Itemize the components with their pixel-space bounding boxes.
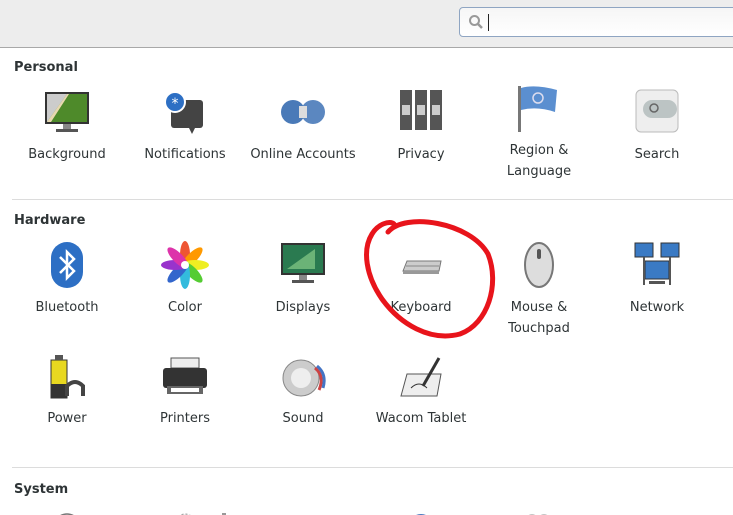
panel-keyboard[interactable]: Keyboard <box>362 241 480 318</box>
panel-label: Wacom Tablet <box>375 411 467 426</box>
panel-label: Search <box>634 147 680 162</box>
panel-wacom-tablet[interactable]: Wacom Tablet <box>362 352 480 429</box>
panel-label: Printers <box>159 411 211 426</box>
online-accounts-icon <box>281 100 325 124</box>
panel-color[interactable]: Color <box>126 241 244 318</box>
search-input[interactable] <box>459 7 733 37</box>
panel-printers[interactable]: Printers <box>126 352 244 429</box>
section-personal-title: Personal <box>14 60 78 75</box>
svg-text:*: * <box>172 96 179 112</box>
panel-background[interactable]: Background <box>8 88 126 165</box>
text-cursor <box>488 14 489 31</box>
panel-label: Background <box>28 147 106 162</box>
search-icon <box>469 15 483 29</box>
notifications-icon: * <box>164 91 203 134</box>
power-icon <box>50 355 85 399</box>
section-system-title: System <box>14 482 69 497</box>
region-flag-icon <box>518 86 557 132</box>
panel-region-language[interactable]: Region & Language <box>480 84 598 182</box>
panel-network[interactable]: Network <box>598 241 716 318</box>
panel-bluetooth[interactable]: Bluetooth <box>8 241 126 318</box>
panel-label: Sound <box>282 411 324 426</box>
panel-mouse-touchpad[interactable]: Mouse & Touchpad <box>480 241 598 339</box>
system-icons-partial <box>60 513 548 515</box>
panel-label: Color <box>168 300 202 315</box>
bluetooth-icon <box>51 242 83 288</box>
section-divider <box>12 199 733 200</box>
section-hardware-title: Hardware <box>14 213 86 228</box>
network-icon <box>634 242 680 285</box>
background-icon <box>45 92 89 132</box>
panel-online-accounts[interactable]: Online Accounts <box>244 88 362 165</box>
panel-label: Power <box>47 411 87 426</box>
panel-label: Network <box>629 300 685 315</box>
panel-label: Notifications <box>144 147 226 162</box>
panel-label: Online Accounts <box>250 147 356 162</box>
sound-icon <box>282 359 326 397</box>
search-settings-icon <box>635 89 679 133</box>
panel-label: Mouse & Touchpad <box>508 300 570 336</box>
panel-notifications[interactable]: * Notifications <box>126 88 244 165</box>
panel-search[interactable]: Search <box>598 88 716 165</box>
panel-sound[interactable]: Sound <box>244 352 362 429</box>
privacy-icon <box>400 90 442 130</box>
color-icon <box>161 241 209 289</box>
panel-label: Keyboard <box>390 300 452 315</box>
printer-icon <box>163 357 207 394</box>
panel-displays[interactable]: Displays <box>244 241 362 318</box>
panel-label: Bluetooth <box>35 300 99 315</box>
panel-label: Displays <box>275 300 331 315</box>
panel-label: Region & Language <box>506 143 572 179</box>
mouse-icon <box>524 242 554 288</box>
keyboard-icon <box>402 260 442 274</box>
displays-icon <box>281 243 325 283</box>
section-divider <box>12 467 733 468</box>
panel-power[interactable]: Power <box>8 352 126 429</box>
wacom-tablet-icon <box>400 357 442 397</box>
panel-privacy[interactable]: Privacy <box>362 88 480 165</box>
panel-label: Privacy <box>397 147 445 162</box>
header-bar <box>0 0 733 48</box>
